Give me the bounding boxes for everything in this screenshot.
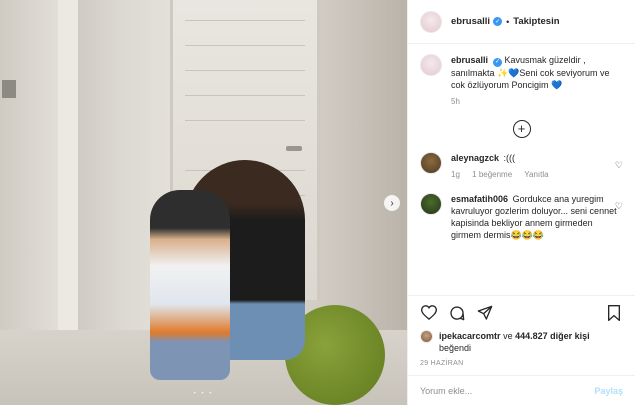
likes-summary: ipekacarcomtr ve 444.827 diğer kişi beğe… bbox=[420, 329, 623, 354]
comment-likes[interactable]: 1 beğenme bbox=[472, 170, 512, 179]
bookmark-icon[interactable] bbox=[605, 304, 623, 322]
comment-input[interactable]: Yorum ekle... bbox=[420, 386, 594, 396]
instagram-post-view: › • • • ebrusalli ✓ • Takiptesin ebrusal… bbox=[0, 0, 635, 405]
header-separator: • bbox=[506, 16, 510, 27]
list-item: esmafatih006 Gordukce ana yuregim kavrul… bbox=[420, 192, 623, 242]
comment-icon[interactable] bbox=[448, 304, 466, 322]
carousel-dots: • • • bbox=[193, 391, 214, 397]
photo-light-switch bbox=[2, 80, 16, 98]
caption-time[interactable]: 5h bbox=[451, 97, 460, 106]
likes-user[interactable]: ipekacarcomtr bbox=[439, 331, 501, 341]
comment-username[interactable]: esmafatih006 bbox=[451, 194, 508, 204]
share-icon[interactable] bbox=[476, 304, 494, 322]
likes-suffix: beğendi bbox=[439, 342, 472, 353]
photo-doorframe bbox=[58, 0, 80, 350]
post-actions: ipekacarcomtr ve 444.827 diğer kişi beğe… bbox=[408, 294, 635, 367]
post-date[interactable]: 29 HAZİRAN bbox=[420, 360, 623, 367]
caption-username[interactable]: ebrusalli bbox=[451, 55, 488, 65]
comments-list: ebrusalli ✓ Kavusmak güzeldir , sanılmakt… bbox=[408, 44, 635, 295]
heart-icon[interactable]: ♡ bbox=[615, 201, 623, 212]
reply-button[interactable]: Yanıtla bbox=[524, 170, 548, 179]
verified-badge-icon: ✓ bbox=[493, 17, 503, 26]
comment-username[interactable]: aleynagzck bbox=[451, 153, 499, 163]
post-side-panel: ebrusalli ✓ • Takiptesin ebrusalli ✓ Kavu… bbox=[407, 0, 635, 405]
add-comment-bar: Yorum ekle... Paylaş bbox=[408, 375, 635, 405]
heart-icon[interactable]: ♡ bbox=[615, 160, 623, 171]
follow-status-button[interactable]: Takiptesin bbox=[513, 16, 559, 27]
post-header: ebrusalli ✓ • Takiptesin bbox=[408, 0, 635, 44]
likes-count[interactable]: 444.827 diğer kişi bbox=[515, 331, 590, 341]
heart-icon[interactable] bbox=[420, 304, 438, 322]
next-photo-button[interactable]: › bbox=[384, 195, 400, 211]
comment-time[interactable]: 1g bbox=[451, 170, 460, 179]
plus-circle-icon[interactable]: + bbox=[512, 119, 531, 138]
chevron-right-icon: › bbox=[390, 197, 394, 209]
avatar[interactable] bbox=[420, 54, 442, 76]
photo-child bbox=[150, 190, 230, 380]
post-comment-button[interactable]: Paylaş bbox=[594, 386, 623, 396]
avatar[interactable] bbox=[420, 10, 442, 33]
caption: ebrusalli ✓ Kavusmak güzeldir , sanılmakt… bbox=[420, 54, 623, 108]
likes-connector: ve bbox=[503, 330, 513, 341]
avatar[interactable] bbox=[420, 329, 433, 343]
comment-text: :((( bbox=[503, 152, 516, 163]
header-username[interactable]: ebrusalli bbox=[451, 16, 490, 27]
avatar[interactable] bbox=[420, 192, 442, 215]
verified-badge-icon: ✓ bbox=[493, 57, 503, 67]
photo-door-handle bbox=[286, 146, 302, 151]
avatar[interactable] bbox=[420, 151, 442, 174]
post-photo[interactable]: › • • • bbox=[0, 0, 407, 405]
list-item: aleynagzck :((( 1g 1 beğenme Yanıtla ♡ bbox=[420, 151, 623, 181]
